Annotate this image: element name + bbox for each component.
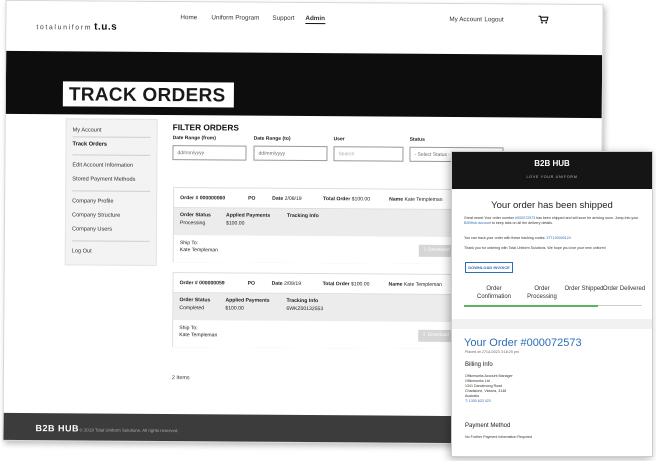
email-order-placed: Placed on 27/11/2023 3:18:29 pm: [465, 350, 519, 354]
email-separator: [452, 319, 652, 329]
sidebar-item-edit-account[interactable]: Edit Account Information: [72, 162, 133, 168]
order-link[interactable]: #000072573: [515, 216, 535, 220]
logout-link[interactable]: Logout: [484, 16, 503, 23]
order-status-label: Order Status: [179, 297, 211, 304]
step-order-shipped: Order Shipped: [564, 286, 604, 292]
email-order-title: Your Order #000072573: [464, 337, 582, 349]
items-count: 2 Items: [171, 375, 190, 382]
tracking-info-label: Tracking Info: [287, 212, 319, 220]
total-label: Total Order: [323, 196, 351, 203]
nav-uniform-program[interactable]: Uniform Program: [211, 14, 259, 21]
my-account-link[interactable]: My Account: [449, 16, 482, 23]
filter-orders-title: FILTER ORDERS: [172, 122, 239, 133]
order-number: 000000060: [199, 195, 226, 202]
date-label: Date: [272, 195, 284, 202]
applied-payments: $100.00: [225, 305, 244, 312]
email-logo: B2B HUB: [534, 159, 570, 168]
order-date: 2/08/19: [284, 280, 302, 287]
date-label: Date: [271, 280, 283, 287]
footer-logo[interactable]: B2B HUB: [36, 423, 80, 433]
footer-copyright: © 2019 Total Uniform Solutions. All righ…: [79, 427, 179, 434]
sidebar-item-company-structure[interactable]: Company Structure: [72, 212, 120, 218]
applied-payments-label: Applied Payments: [225, 297, 270, 304]
top-navigation: totaluniform t.u.s Home Uniform Program S…: [6, 0, 603, 52]
order-name: Kate Templeman: [403, 281, 443, 288]
billing-info-heading: Billing Info: [465, 362, 493, 368]
sidebar-item-company-users[interactable]: Company Users: [72, 226, 112, 232]
billing-address: Officeworks Account Manager Officeworks …: [465, 374, 635, 404]
user-search-input[interactable]: Search: [333, 146, 404, 162]
po-label: PO: [247, 280, 255, 287]
shipping-email: B2B HUB LOVE YOUR UNIFORM Your order has…: [451, 151, 653, 457]
tracking-code-link[interactable]: 3TTL00000124: [546, 236, 570, 240]
applied-payments-label: Applied Payments: [226, 212, 271, 219]
nav-admin[interactable]: Admin: [305, 15, 326, 25]
shipping-progress-fill: [464, 305, 598, 307]
email-paragraph-thanks: Thank you for ordering with Total Unifor…: [464, 246, 606, 250]
order-status-label: Order Status: [180, 212, 211, 219]
order-date: 2/08/19: [284, 195, 302, 202]
name-label: Name: [388, 281, 403, 288]
order-total: $100.00: [351, 196, 371, 203]
po-label: PO: [248, 195, 256, 202]
site-logo[interactable]: totaluniform t.u.s: [36, 21, 117, 33]
tracking-info[interactable]: 6WKZ00132553: [286, 306, 323, 312]
billing-phone[interactable]: T: 1300 633 423: [465, 399, 635, 404]
order-status: Completed: [179, 305, 205, 312]
payment-method-note: No Further Payment Information Required: [465, 435, 532, 439]
sidebar-item-track-orders[interactable]: Track Orders: [73, 141, 108, 147]
page-title: TRACK ORDERS: [62, 81, 234, 108]
sidebar-item-company-profile[interactable]: Company Profile: [72, 198, 113, 204]
sidebar-divider: [72, 154, 151, 156]
name-label: Name: [389, 196, 404, 203]
step-order-processing: Order Processing: [527, 286, 557, 300]
order-name: Kate Templeman: [404, 196, 443, 203]
date-from-label: Date Range (from): [172, 135, 216, 142]
order-status: Processing: [179, 220, 206, 227]
applied-payments: $100.00: [225, 220, 245, 227]
step-order-confirmation: Order Confirmation: [476, 286, 511, 300]
payment-method-heading: Payment Method: [465, 423, 511, 429]
download-icon: ⇩: [422, 332, 427, 338]
email-paragraph-tracking: You can track your order with these trac…: [464, 236, 571, 240]
nav-home[interactable]: Home: [180, 14, 197, 21]
status-label: Status: [409, 136, 425, 143]
sidebar-item-log-out[interactable]: Log Out: [72, 248, 92, 254]
order-number-label: Order #: [179, 280, 198, 287]
total-label: Total Order: [322, 281, 350, 288]
email-paragraph-intro: Great news! Your order number #000072573…: [464, 216, 639, 225]
sidebar-divider: [72, 136, 151, 138]
step-order-delivered: Order Delivered: [602, 286, 646, 292]
sidebar-item-stored-payment[interactable]: Stored Payment Methods: [72, 176, 135, 182]
nav-support[interactable]: Support: [272, 15, 294, 22]
ship-to-name: Kate Templeman: [179, 247, 218, 254]
order-total: $100.00: [351, 281, 370, 288]
order-number-label: Order #: [180, 195, 199, 202]
sidebar-divider: [71, 240, 150, 242]
email-heading: Your order has been shipped: [491, 200, 613, 211]
tracking-info-label: Tracking Info: [286, 297, 319, 305]
user-label: User: [333, 136, 345, 143]
download-icon: ⇩: [422, 247, 427, 253]
cart-icon[interactable]: [538, 15, 549, 24]
sidebar-divider: [72, 190, 151, 192]
date-to-label: Date Range (to): [253, 135, 291, 142]
account-link[interactable]: B2BHub account: [464, 221, 491, 225]
email-tagline: LOVE YOUR UNIFORM: [526, 175, 578, 179]
email-header: B2B HUB LOVE YOUR UNIFORM: [452, 152, 652, 189]
date-to-input[interactable]: dd/mm/yyyy: [253, 145, 328, 162]
sidebar-item-my-account[interactable]: My Account: [73, 127, 102, 133]
shipping-progress-bar: [464, 305, 642, 307]
download-invoice-button[interactable]: DOWNLOAD INVOICE: [465, 262, 513, 273]
date-from-input[interactable]: dd/mm/yyyy: [172, 145, 247, 161]
ship-to-label: Ship To:: [179, 240, 199, 247]
ship-to-name: Kate Templeman: [179, 332, 218, 339]
order-number: 000000059: [199, 280, 225, 287]
ship-to-label: Ship To:: [179, 325, 198, 332]
account-sidebar: My Account Track Orders Edit Account Inf…: [64, 118, 158, 266]
